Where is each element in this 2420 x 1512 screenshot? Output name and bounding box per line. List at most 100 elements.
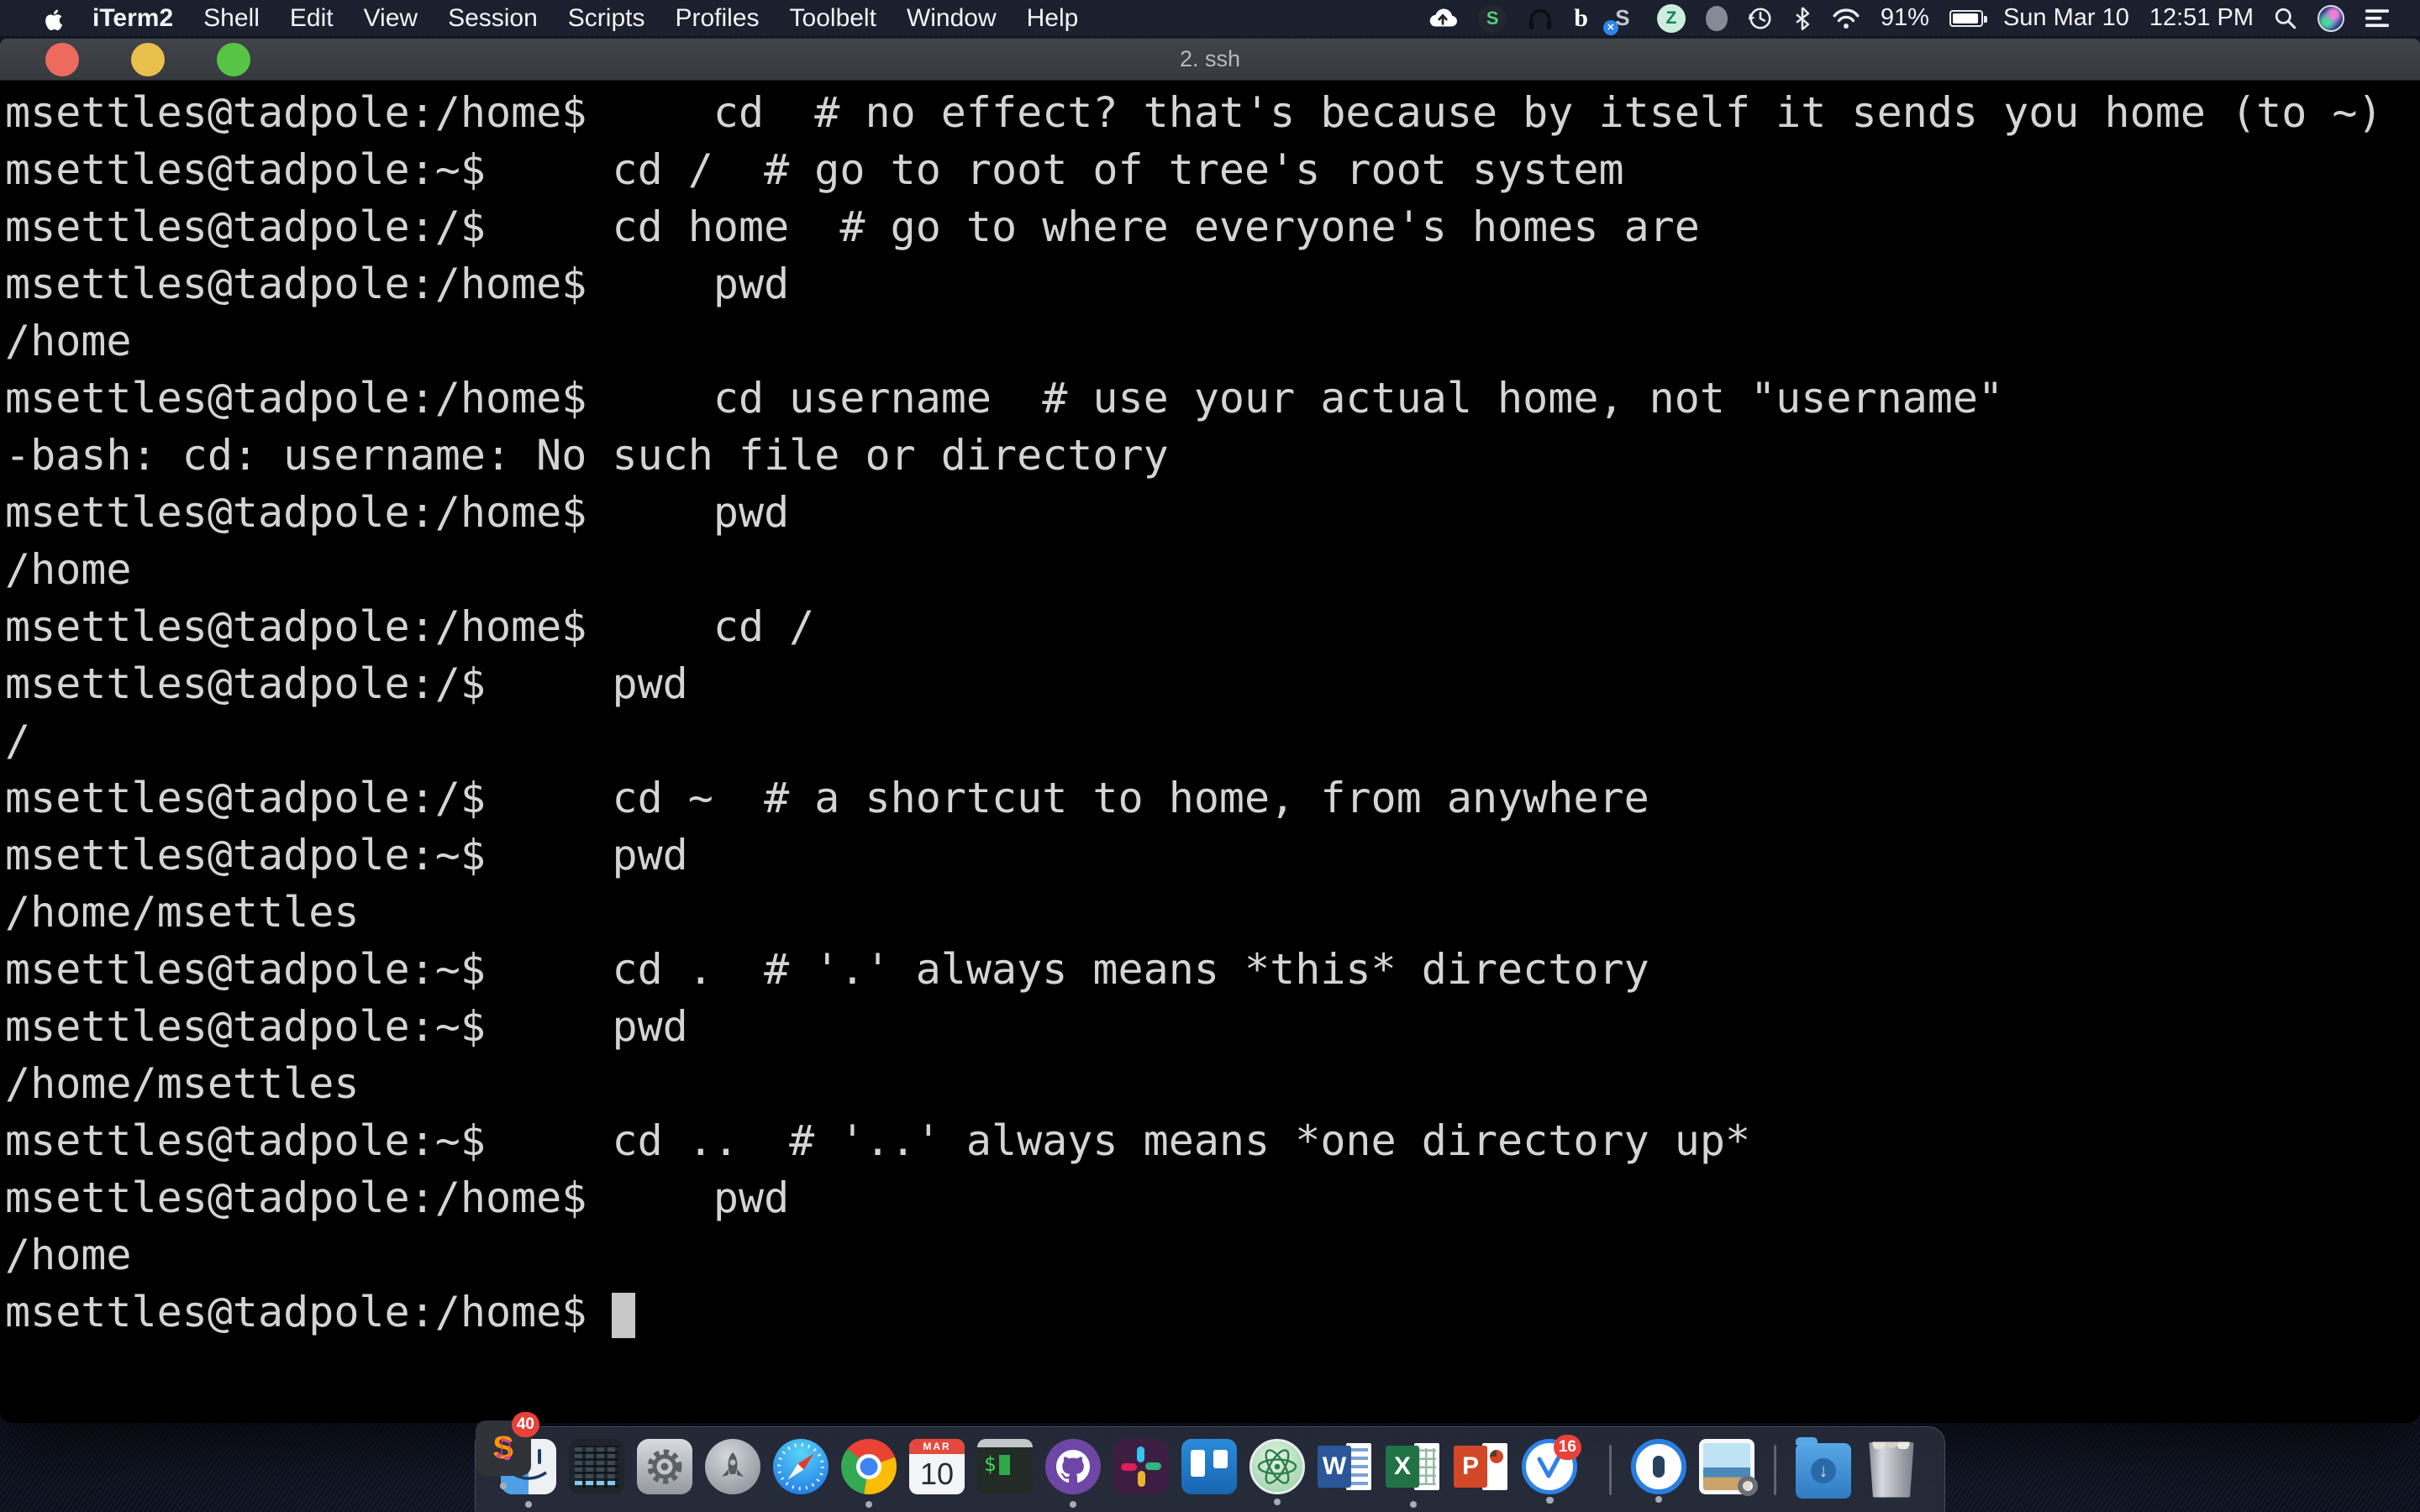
terminal-line: msettles@tadpole:~$ cd .. # '..' always …: [5, 1112, 2420, 1169]
apple-menu-icon[interactable]: [42, 7, 62, 30]
menu-window[interactable]: Window: [907, 4, 997, 33]
minimize-button[interactable]: [131, 43, 165, 76]
notification-badge: 40: [512, 1412, 539, 1437]
dock-trello[interactable]: [1181, 1439, 1237, 1494]
menu-profiles[interactable]: Profiles: [675, 4, 759, 33]
excel-letter: X: [1386, 1446, 1419, 1488]
word-letter: W: [1318, 1446, 1351, 1488]
dock-downloads-folder[interactable]: ↓: [1796, 1443, 1851, 1499]
menu-scripts[interactable]: Scripts: [568, 4, 645, 33]
dock-onepassword[interactable]: [1631, 1439, 1686, 1494]
terminal-line: msettles@tadpole:/home$ cd username # us…: [5, 370, 2420, 427]
terminal-line: msettles@tadpole:/$ cd ~ # a shortcut to…: [5, 769, 2420, 827]
dock-activity-monitor[interactable]: [569, 1439, 624, 1494]
dock-chrome[interactable]: [841, 1439, 897, 1494]
trello-board-right: [1213, 1450, 1228, 1468]
terminal-line: msettles@tadpole:/home$ pwd: [5, 484, 2420, 541]
dock-atom[interactable]: [1249, 1439, 1305, 1494]
calendar-day: 10: [909, 1454, 965, 1494]
terminal-line: msettles@tadpole:/home$ pwd: [5, 1169, 2420, 1226]
battery-percent[interactable]: 91%: [1881, 4, 1929, 32]
calendar-month: MAR: [909, 1439, 965, 1454]
window-title-bar[interactable]: 2. ssh: [0, 39, 2420, 81]
terminal-line: msettles@tadpole:~$ cd / # go to root of…: [5, 141, 2420, 198]
terminal-line: msettles@tadpole:/home$ cd /: [5, 598, 2420, 655]
cloud-upload-icon[interactable]: [1428, 7, 1458, 30]
gear-icon: [637, 1439, 692, 1494]
menu-help[interactable]: Help: [1027, 4, 1079, 33]
dock-trash[interactable]: [1867, 1442, 1916, 1498]
clock-time[interactable]: 12:51 PM: [2149, 4, 2254, 32]
menu-view[interactable]: View: [364, 4, 418, 33]
terminal-line: msettles@tadpole:~$ pwd: [5, 998, 2420, 1055]
clock-date[interactable]: Sun Mar 10: [2003, 4, 2129, 32]
terminal-line: /: [5, 712, 2420, 769]
terminal-line: msettles@tadpole:/home$ pwd: [5, 255, 2420, 312]
running-indicator: [500, 1483, 507, 1489]
speech-bubble-icon[interactable]: [1706, 6, 1728, 31]
notification-badge: 16: [1554, 1435, 1581, 1460]
running-indicator: [1547, 1497, 1554, 1504]
compass-icon: [773, 1439, 829, 1494]
menu-app-name[interactable]: iTerm2: [92, 4, 173, 33]
battery-icon[interactable]: [1949, 10, 1983, 27]
running-indicator: [1410, 1501, 1417, 1508]
terminal-line: msettles@tadpole:~$ cd . # '.' always me…: [5, 941, 2420, 998]
terminal-prompt-line: msettles@tadpole:/home$: [5, 1284, 2420, 1341]
headphones-icon[interactable]: [1527, 7, 1554, 30]
slack-hash-icon: [1113, 1439, 1169, 1494]
terminal-line: /home/msettles: [5, 1055, 2420, 1112]
running-indicator: [865, 1501, 872, 1508]
terminal-screen[interactable]: msettles@tadpole:/home$ cd # no effect? …: [0, 81, 2420, 1423]
terminal-line: /home: [5, 1226, 2420, 1284]
menu-session[interactable]: Session: [448, 4, 538, 33]
dock-excel[interactable]: X: [1386, 1439, 1441, 1494]
spotlight-search-icon[interactable]: [2274, 7, 2297, 30]
rocket-icon: [705, 1439, 760, 1494]
sync-chain-icon[interactable]: S ✕: [1608, 4, 1637, 33]
menu-shell[interactable]: Shell: [203, 4, 260, 33]
dock-divider: [1774, 1445, 1776, 1495]
atom-icon: [1252, 1441, 1302, 1492]
trello-board-left: [1191, 1450, 1205, 1477]
terminal-line: msettles@tadpole:/$ pwd: [5, 655, 2420, 712]
dock-terminal[interactable]: $: [977, 1439, 1033, 1494]
dock-mail[interactable]: 16: [1522, 1439, 1577, 1494]
time-machine-icon[interactable]: [1748, 6, 1773, 31]
siri-icon[interactable]: [2317, 5, 2344, 32]
dock-slack[interactable]: [1113, 1439, 1169, 1494]
menu-edit[interactable]: Edit: [290, 4, 334, 33]
dock-system-preferences[interactable]: [637, 1439, 692, 1494]
music-note-icon: ♫: [492, 1432, 516, 1464]
dock-launchpad[interactable]: [705, 1439, 760, 1494]
dock-calendar[interactable]: MAR 10: [909, 1439, 965, 1494]
dock-preview[interactable]: [1699, 1439, 1754, 1494]
menu-toolbelt[interactable]: Toolbelt: [790, 4, 876, 33]
desktop: { "menu_bar": { "app_name": "iTerm2", "m…: [0, 0, 2420, 1512]
bluetooth-icon[interactable]: [1793, 6, 1812, 31]
notification-center-icon[interactable]: [2365, 8, 2390, 29]
z-app-icon[interactable]: Z: [1657, 4, 1686, 33]
dock-github-desktop[interactable]: [1045, 1439, 1101, 1494]
dock: A MAR 10 N ♫ R $ G 40: [475, 1426, 1945, 1512]
zoom-button[interactable]: [217, 43, 250, 76]
sync-error-badge: ✕: [1603, 20, 1618, 35]
terminal-line: /home/msettles: [5, 884, 2420, 941]
running-indicator: [525, 1501, 532, 1508]
close-button[interactable]: [45, 43, 79, 76]
dock-divider: [1609, 1445, 1612, 1495]
dock-safari[interactable]: [773, 1439, 829, 1494]
dock-powerpoint[interactable]: P: [1454, 1439, 1509, 1494]
terminal-line: /home: [5, 312, 2420, 370]
terminal-line: msettles@tadpole:/$ cd home # go to wher…: [5, 198, 2420, 255]
terminal-line: msettles@tadpole:~$ pwd: [5, 827, 2420, 884]
wifi-icon[interactable]: [1832, 8, 1860, 29]
green-s-app-icon[interactable]: S: [1478, 4, 1507, 33]
dock-word[interactable]: W: [1318, 1439, 1373, 1494]
magnifier-icon: [1738, 1476, 1758, 1496]
terminal-line: msettles@tadpole:/home$ cd # no effect? …: [5, 84, 2420, 141]
terminal-line: -bash: cd: username: No such file or dir…: [5, 427, 2420, 484]
terminal-cursor: [612, 1293, 635, 1338]
b-app-icon[interactable]: b: [1574, 4, 1588, 33]
dollar-prompt-icon: $: [984, 1452, 996, 1476]
